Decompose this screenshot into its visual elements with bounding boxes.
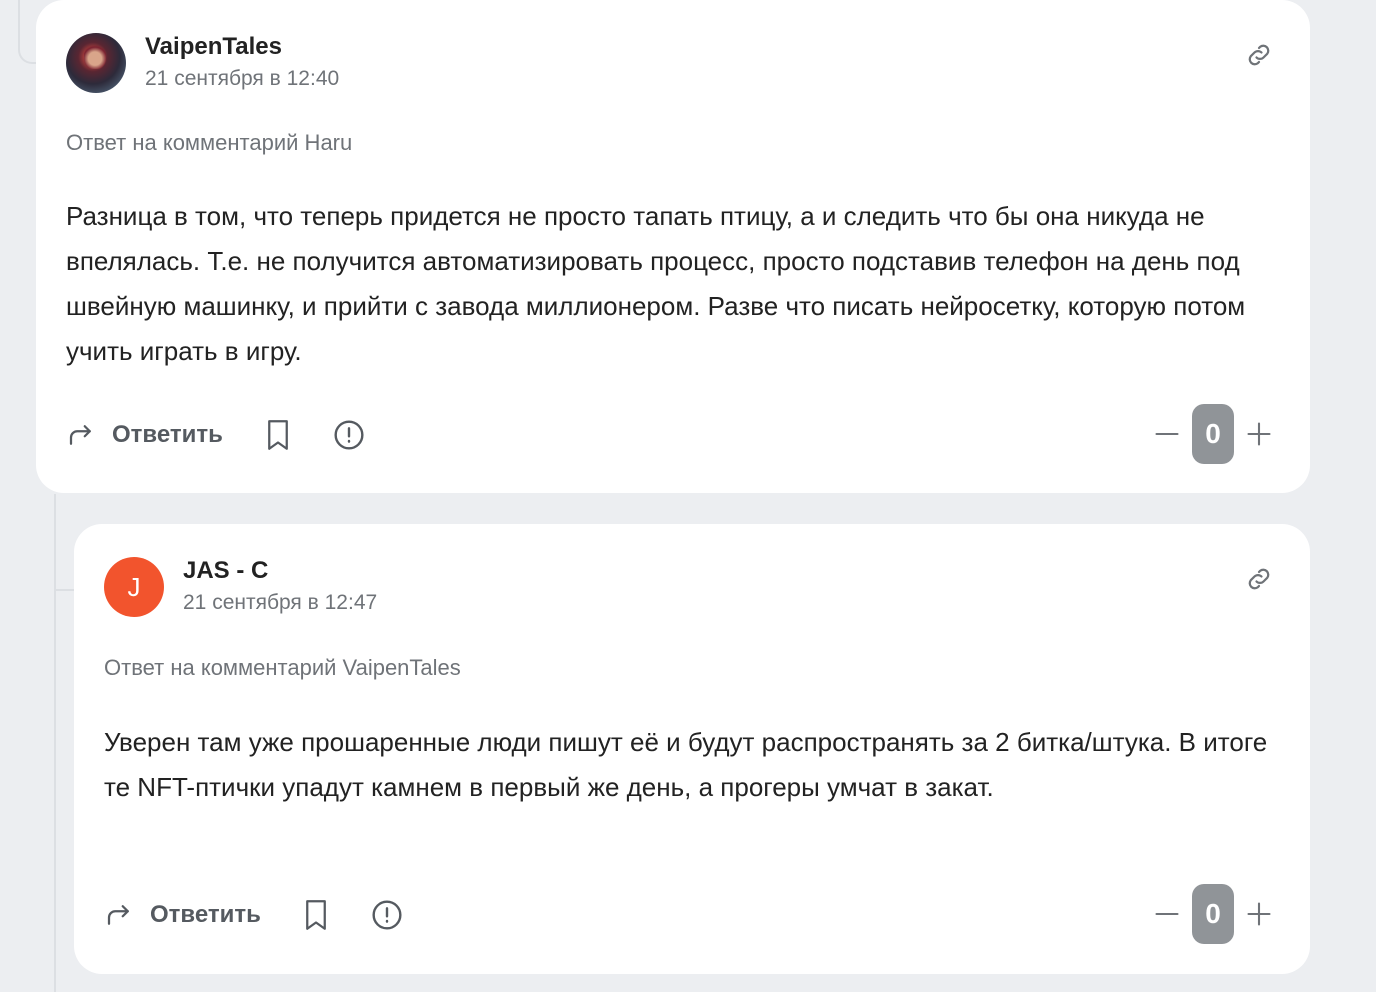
comments-page: VaipenTales 21 сентября в 12:40 Ответ на… bbox=[0, 0, 1376, 992]
vote-controls: 0 bbox=[1152, 884, 1274, 944]
link-icon[interactable] bbox=[1244, 40, 1274, 70]
avatar[interactable] bbox=[66, 33, 126, 93]
link-icon[interactable] bbox=[1244, 564, 1274, 594]
comment-text: Разница в том, что теперь придется не пр… bbox=[66, 201, 1246, 366]
report-button[interactable] bbox=[371, 899, 403, 931]
reply-button[interactable]: Ответить bbox=[104, 900, 261, 930]
upvote-button[interactable] bbox=[1244, 419, 1274, 449]
author-name[interactable]: JAS - C bbox=[183, 556, 377, 586]
reply-label: Ответить bbox=[112, 421, 223, 448]
comment-actions: Ответить bbox=[66, 418, 365, 452]
comment-card: VaipenTales 21 сентября в 12:40 Ответ на… bbox=[36, 0, 1310, 493]
minus-icon bbox=[1153, 420, 1181, 448]
reply-to-label[interactable]: Ответ на комментарий Haru bbox=[66, 130, 352, 156]
comment-header: J JAS - C 21 сентября в 12:47 bbox=[104, 556, 377, 618]
minus-icon bbox=[1153, 900, 1181, 928]
comment-text: Уверен там уже прошаренные люди пишут её… bbox=[104, 727, 1268, 802]
plus-icon bbox=[1245, 900, 1273, 928]
reply-button[interactable]: Ответить bbox=[66, 420, 223, 450]
comment-actions: Ответить bbox=[104, 898, 403, 932]
comment-date[interactable]: 21 сентября в 12:40 bbox=[145, 64, 339, 94]
avatar[interactable]: J bbox=[104, 557, 164, 617]
bookmark-button[interactable] bbox=[263, 418, 293, 452]
thread-line bbox=[18, 0, 36, 64]
exclamation-circle-icon bbox=[333, 419, 365, 451]
report-button[interactable] bbox=[333, 419, 365, 451]
bookmark-icon bbox=[263, 418, 293, 452]
downvote-button[interactable] bbox=[1152, 419, 1182, 449]
thread-branch bbox=[56, 589, 74, 591]
bookmark-icon bbox=[301, 898, 331, 932]
reply-to-label[interactable]: Ответ на комментарий VaipenTales bbox=[104, 655, 461, 681]
comment-header: VaipenTales 21 сентября в 12:40 bbox=[66, 32, 339, 94]
reply-arrow-icon bbox=[104, 900, 134, 930]
upvote-button[interactable] bbox=[1244, 899, 1274, 929]
downvote-button[interactable] bbox=[1152, 899, 1182, 929]
thread-line bbox=[54, 494, 56, 992]
bookmark-button[interactable] bbox=[301, 898, 331, 932]
score-value: 0 bbox=[1192, 884, 1234, 944]
exclamation-circle-icon bbox=[371, 899, 403, 931]
plus-icon bbox=[1245, 420, 1273, 448]
vote-controls: 0 bbox=[1152, 404, 1274, 464]
reply-label: Ответить bbox=[150, 901, 261, 928]
comment-card: J JAS - C 21 сентября в 12:47 Ответ на к… bbox=[74, 524, 1310, 974]
comment-date[interactable]: 21 сентября в 12:47 bbox=[183, 588, 377, 618]
score-value: 0 bbox=[1192, 404, 1234, 464]
reply-arrow-icon bbox=[66, 420, 96, 450]
author-name[interactable]: VaipenTales bbox=[145, 32, 339, 62]
